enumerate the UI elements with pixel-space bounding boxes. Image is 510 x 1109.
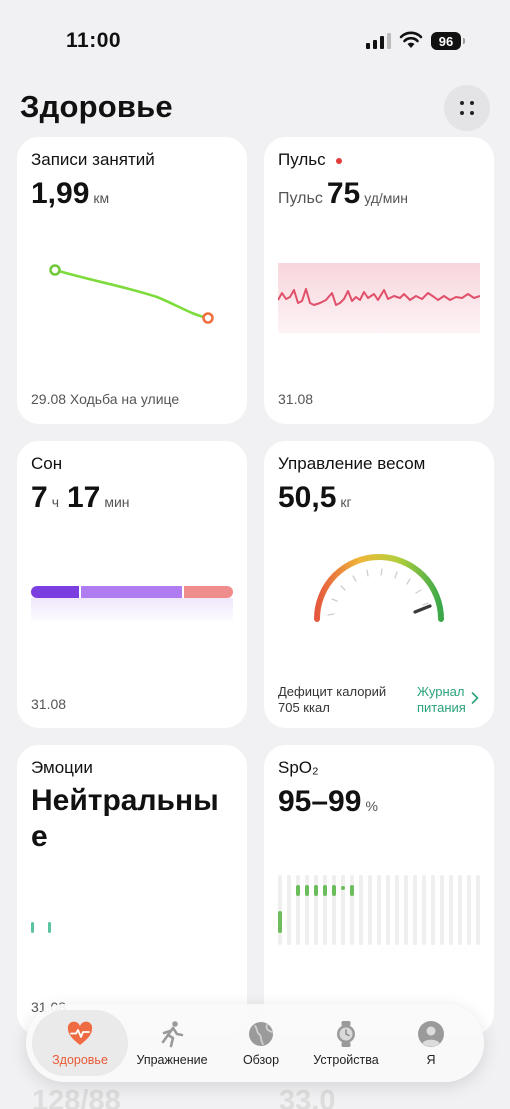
activity-metric: 1,99 км bbox=[31, 177, 109, 211]
pulse-title-label: Пульс bbox=[278, 150, 326, 169]
food-journal-line2: питания bbox=[417, 700, 466, 715]
deficit-value: 705 ккал bbox=[278, 700, 330, 715]
weight-value: 50,5 bbox=[278, 481, 337, 514]
weight-gauge bbox=[314, 554, 444, 622]
battery-tip bbox=[463, 38, 465, 44]
spo2-metric: 95–99% bbox=[278, 785, 378, 819]
wifi-icon bbox=[399, 31, 423, 48]
route-start-point bbox=[49, 264, 61, 276]
activity-value: 1,99 bbox=[31, 177, 90, 210]
nav-devices-label: Устройства bbox=[313, 1052, 379, 1067]
pulse-title: Пульс bbox=[278, 150, 343, 170]
nav-me-label: Я bbox=[426, 1052, 436, 1067]
activity-unit: км bbox=[93, 190, 110, 206]
nav-overview-label: Обзор bbox=[242, 1052, 280, 1067]
sleep-bar-fade bbox=[31, 598, 233, 624]
activity-footer: 29.08 Ходьба на улице bbox=[31, 391, 180, 407]
spo2-card[interactable]: SpO₂ 95–99% bbox=[264, 745, 494, 1035]
pulse-value: 75 bbox=[326, 177, 361, 210]
status-bar: 11:00 96 bbox=[0, 0, 510, 80]
sleep-metric: 7 ч 17 мин bbox=[31, 481, 130, 515]
emotion-mark-1 bbox=[31, 922, 34, 933]
food-journal-link[interactable]: Журнал питания bbox=[417, 684, 466, 716]
sleep-card[interactable]: Сон 7 ч 17 мин 31.08 bbox=[17, 441, 247, 728]
spo2-unit: % bbox=[365, 798, 378, 814]
sleep-hours-unit: ч bbox=[51, 494, 59, 510]
pulse-footer: 31.08 bbox=[278, 391, 314, 407]
gauge-needle bbox=[413, 604, 432, 614]
emotions-value: Нейтральные bbox=[31, 784, 219, 853]
page-title: Здоровье bbox=[20, 89, 173, 124]
sleep-hours: 7 bbox=[31, 481, 48, 514]
pulse-prefix: Пульс bbox=[278, 190, 323, 207]
watch-icon bbox=[337, 1020, 355, 1047]
nav-exercise-label: Упражнение bbox=[136, 1052, 208, 1067]
sleep-minutes: 17 bbox=[66, 481, 101, 514]
bottom-nav: Здоровье Упражнение Обзор Устройства Я bbox=[26, 1004, 484, 1082]
weight-title: Управление весом bbox=[278, 454, 426, 473]
pulse-card[interactable]: Пульс Пульс 75 уд/мин 31.08 bbox=[264, 137, 494, 424]
heart-pulse-icon bbox=[67, 1021, 93, 1045]
nav-devices[interactable]: Устройства bbox=[300, 1004, 392, 1082]
nav-exercise[interactable]: Упражнение bbox=[126, 1004, 218, 1082]
route-end-point bbox=[202, 312, 214, 324]
sleep-stage-light bbox=[81, 586, 182, 598]
nav-health[interactable]: Здоровье bbox=[32, 1010, 128, 1076]
pulse-chart bbox=[278, 263, 480, 333]
nav-me[interactable]: Я bbox=[385, 1004, 477, 1082]
activity-title: Записи занятий bbox=[31, 150, 155, 169]
weight-metric: 50,5 кг bbox=[278, 481, 352, 515]
pulse-unit: уд/мин bbox=[364, 190, 408, 206]
behind-nav-right-value: 33,0 bbox=[279, 1085, 336, 1109]
battery-indicator: 96 bbox=[431, 32, 461, 50]
weight-unit: кг bbox=[340, 494, 352, 510]
emotions-title: Эмоции bbox=[31, 758, 93, 777]
dots-grid-icon bbox=[460, 101, 474, 115]
user-icon bbox=[418, 1020, 444, 1047]
emotion-mark-2 bbox=[48, 922, 51, 933]
nav-overview[interactable]: Обзор bbox=[215, 1004, 307, 1082]
sleep-minutes-unit: мин bbox=[104, 494, 130, 510]
running-icon bbox=[161, 1020, 184, 1047]
pulse-live-dot bbox=[336, 157, 343, 164]
sleep-footer: 31.08 bbox=[31, 696, 67, 712]
sleep-title: Сон bbox=[31, 454, 63, 473]
emotions-card[interactable]: Эмоции Нейтральные 31.08 bbox=[17, 745, 247, 1035]
deficit-label: Дефицит калорий bbox=[278, 684, 387, 699]
food-journal-line1: Журнал bbox=[417, 684, 465, 699]
menu-button[interactable] bbox=[444, 85, 490, 131]
signal-icon bbox=[366, 33, 391, 49]
pulse-metric: Пульс 75 уд/мин bbox=[278, 177, 408, 211]
spo2-chart bbox=[278, 875, 480, 945]
globe-icon bbox=[249, 1021, 273, 1046]
behind-nav-left-value: 128/88 bbox=[32, 1085, 121, 1109]
status-time: 11:00 bbox=[66, 29, 122, 52]
chevron-right-icon bbox=[471, 692, 479, 704]
activity-card[interactable]: Записи занятий 1,99 км 29.08 Ходьба на ул… bbox=[17, 137, 247, 424]
spo2-title: SpO₂ bbox=[278, 758, 319, 777]
sleep-stage-deep bbox=[31, 586, 79, 598]
spo2-value: 95–99 bbox=[278, 785, 362, 818]
route-chart bbox=[49, 264, 214, 324]
weight-card[interactable]: Управление весом 50,5 кг Дефицит калорий… bbox=[264, 441, 494, 728]
sleep-stage-awake bbox=[184, 586, 233, 598]
nav-health-label: Здоровье bbox=[52, 1052, 108, 1067]
